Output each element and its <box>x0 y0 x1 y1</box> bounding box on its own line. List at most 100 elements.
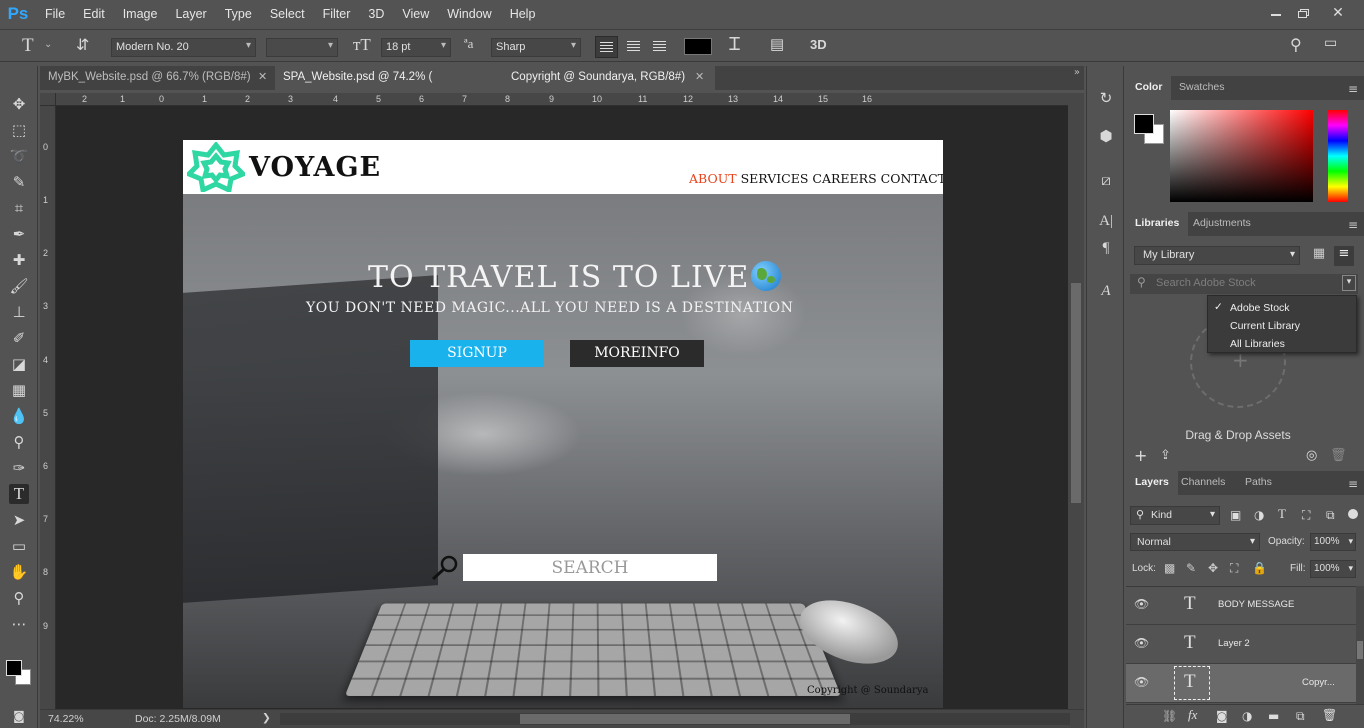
crop-tool-icon[interactable]: ⌗ <box>9 198 29 218</box>
tab-libraries[interactable]: Libraries <box>1126 212 1189 236</box>
lock-position-icon[interactable]: ✥ <box>1208 561 1218 575</box>
tab-mybk-website[interactable]: MyBK_Website.psd @ 66.7% (RGB/8#) ✕ <box>40 66 272 90</box>
creative-cloud-icon[interactable]: ◎ <box>1306 448 1317 463</box>
upload-icon[interactable]: ⇪ <box>1160 448 1171 463</box>
lock-image-icon[interactable]: ✎ <box>1186 561 1196 575</box>
opacity-input[interactable]: 100% ▾ <box>1310 533 1356 551</box>
more-tools-icon[interactable]: ⋯ <box>9 614 29 634</box>
lasso-tool-icon[interactable]: ➰ <box>9 146 29 166</box>
adjustment-layer-icon[interactable]: ◑ <box>1242 709 1252 723</box>
panel-menu-icon[interactable]: ≡ <box>1348 218 1358 232</box>
trash-icon[interactable]: 🗑 <box>1330 448 1347 463</box>
align-center-button[interactable] <box>622 36 645 58</box>
canvas-area[interactable]: VOYAGE ABOUT SERVICES CAREERS CONTACT TO… <box>56 106 1068 711</box>
panel-menu-icon[interactable]: ≡ <box>1348 477 1358 491</box>
hand-tool-icon[interactable]: ✋ <box>9 562 29 582</box>
add-mask-icon[interactable]: ◙ <box>1216 709 1228 723</box>
eye-icon[interactable]: 👁 <box>1134 597 1149 611</box>
document-canvas[interactable]: VOYAGE ABOUT SERVICES CAREERS CONTACT TO… <box>183 140 943 708</box>
canvas-vertical-scrollbar[interactable] <box>1068 93 1084 709</box>
tab-color[interactable]: Color <box>1126 76 1172 100</box>
warp-text-icon[interactable]: Ꮖ <box>729 34 741 55</box>
list-view-icon[interactable]: ≡ <box>1334 246 1354 266</box>
link-layers-icon[interactable]: ⛓ <box>1162 709 1177 723</box>
character-panel-icon[interactable]: ▤ <box>770 35 784 54</box>
eye-icon[interactable]: 👁 <box>1134 675 1149 689</box>
color-foreground-swatch[interactable] <box>1134 114 1154 134</box>
fx-icon[interactable]: fx <box>1188 707 1197 723</box>
lock-transparent-icon[interactable]: ▩ <box>1164 561 1175 575</box>
panel-menu-icon[interactable]: ≡ <box>1348 82 1358 96</box>
dodge-tool-icon[interactable]: ⚲ <box>9 432 29 452</box>
eraser-tool-icon[interactable]: ◪ <box>9 354 29 374</box>
layers-scrollbar[interactable] <box>1356 586 1364 704</box>
close-tab-icon[interactable]: ✕ <box>258 70 267 83</box>
stock-search-input[interactable]: ⚲ Search Adobe Stock ▾ <box>1130 274 1358 294</box>
menu-file[interactable]: File <box>36 7 74 21</box>
lock-artboard-icon[interactable]: ⛶ <box>1230 561 1238 576</box>
3d-button[interactable]: 3D <box>810 37 827 52</box>
delete-layer-icon[interactable]: 🗑 <box>1322 708 1337 722</box>
character-icon[interactable]: A| <box>1097 212 1115 230</box>
color-field[interactable] <box>1170 110 1313 202</box>
dropdown-item-adobe-stock[interactable]: Adobe Stock <box>1230 302 1290 314</box>
glyphs-icon[interactable]: A <box>1097 282 1115 300</box>
font-style-select[interactable]: ▾ <box>266 38 338 57</box>
rectangle-tool-icon[interactable]: ▭ <box>9 536 29 556</box>
filter-smart-object-icon[interactable]: ⧉ <box>1326 508 1335 523</box>
type-tool-preset-icon[interactable]: T <box>22 35 34 57</box>
move-tool-icon[interactable]: ✥ <box>9 94 29 114</box>
clone-stamp-tool-icon[interactable]: ⊥ <box>9 302 29 322</box>
nav-services[interactable]: SERVICES <box>741 171 809 186</box>
tab-spa-website[interactable]: SPA_Website.psd @ 74.2% ( Copyright @ So… <box>275 66 715 90</box>
canvas-horizontal-scrollbar[interactable] <box>280 713 1070 725</box>
restore-icon[interactable] <box>1296 6 1312 20</box>
eyedropper-tool-icon[interactable]: ✒ <box>9 224 29 244</box>
new-layer-icon[interactable]: ⧉ <box>1296 709 1305 724</box>
nav-about[interactable]: ABOUT <box>689 171 737 186</box>
status-arrow-icon[interactable]: ❯ <box>262 712 271 724</box>
scroll-thumb[interactable] <box>1071 283 1081 503</box>
blend-mode-select[interactable]: Normal ▾ <box>1130 533 1260 551</box>
menu-type[interactable]: Type <box>216 7 261 21</box>
layer-row[interactable]: 👁 T BODY MESSAGE <box>1126 586 1356 625</box>
quick-select-tool-icon[interactable]: ✎ <box>9 172 29 192</box>
new-group-icon[interactable]: ▬ <box>1268 709 1279 723</box>
lock-all-icon[interactable]: 🔒 <box>1252 561 1267 575</box>
text-color-swatch[interactable] <box>684 38 712 55</box>
zoom-tool-icon[interactable]: ⚲ <box>9 588 29 608</box>
grid-view-icon[interactable]: ▦ <box>1309 246 1329 266</box>
healing-brush-tool-icon[interactable]: ✚ <box>9 250 29 270</box>
scroll-thumb[interactable] <box>520 714 850 724</box>
blur-tool-icon[interactable]: 💧 <box>9 406 29 426</box>
close-tab-icon[interactable]: ✕ <box>695 70 704 83</box>
nav-careers[interactable]: CAREERS <box>812 171 876 186</box>
filter-adjustment-icon[interactable]: ◑ <box>1254 508 1264 522</box>
layer-row[interactable]: 👁 T Layer 2 <box>1126 625 1356 664</box>
nav-contact[interactable]: CONTACT <box>881 171 943 186</box>
menu-select[interactable]: Select <box>261 7 314 21</box>
chevron-down-icon[interactable]: ▾ <box>1342 275 1356 291</box>
history-icon[interactable]: ↻ <box>1097 90 1115 108</box>
pen-tool-icon[interactable]: ✑ <box>9 458 29 478</box>
tab-layers[interactable]: Layers <box>1126 471 1178 495</box>
brush-settings-icon[interactable]: ⧄ <box>1097 172 1115 190</box>
menu-edit[interactable]: Edit <box>74 7 114 21</box>
add-content-icon[interactable]: + <box>1134 446 1147 465</box>
toggle-orientation-icon[interactable]: ⇵ <box>76 35 89 55</box>
foreground-color-swatch[interactable] <box>6 660 22 676</box>
filter-type-icon[interactable]: T <box>1278 506 1286 522</box>
zoom-level[interactable]: 74.22% <box>48 713 84 725</box>
type-tool-icon[interactable]: T <box>9 484 29 504</box>
paragraph-icon[interactable]: ¶ <box>1097 239 1115 257</box>
menu-layer[interactable]: Layer <box>166 7 215 21</box>
dropdown-item-all-libraries[interactable]: All Libraries <box>1230 338 1285 350</box>
close-window-icon[interactable]: ✕ <box>1330 6 1346 20</box>
menu-help[interactable]: Help <box>501 7 545 21</box>
tab-adjustments[interactable]: Adjustments <box>1184 212 1260 236</box>
menu-window[interactable]: Window <box>438 7 500 21</box>
menu-image[interactable]: Image <box>114 7 167 21</box>
fill-input[interactable]: 100% ▾ <box>1310 560 1356 578</box>
tabs-overflow-icon[interactable]: » <box>1074 67 1080 78</box>
align-left-button[interactable] <box>595 36 618 58</box>
